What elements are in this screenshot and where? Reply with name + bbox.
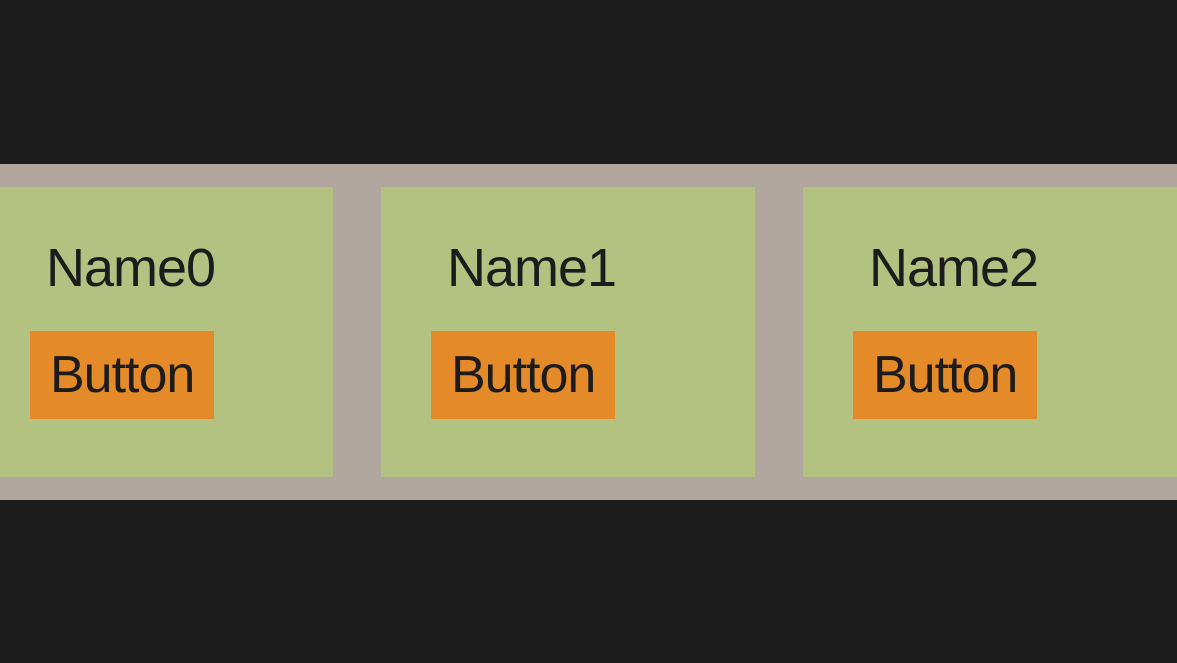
card-strip: Name0 Button Name1 Button Name2 Button	[0, 164, 1177, 500]
card-name: Name0	[30, 237, 283, 299]
card-button[interactable]: Button	[853, 331, 1037, 419]
card-button[interactable]: Button	[30, 331, 214, 419]
card-name: Name2	[853, 237, 1127, 299]
card-name: Name1	[431, 237, 705, 299]
card-1: Name1 Button	[381, 187, 755, 477]
card-0: Name0 Button	[0, 187, 333, 477]
card-2: Name2 Button	[803, 187, 1177, 477]
card-button[interactable]: Button	[431, 331, 615, 419]
